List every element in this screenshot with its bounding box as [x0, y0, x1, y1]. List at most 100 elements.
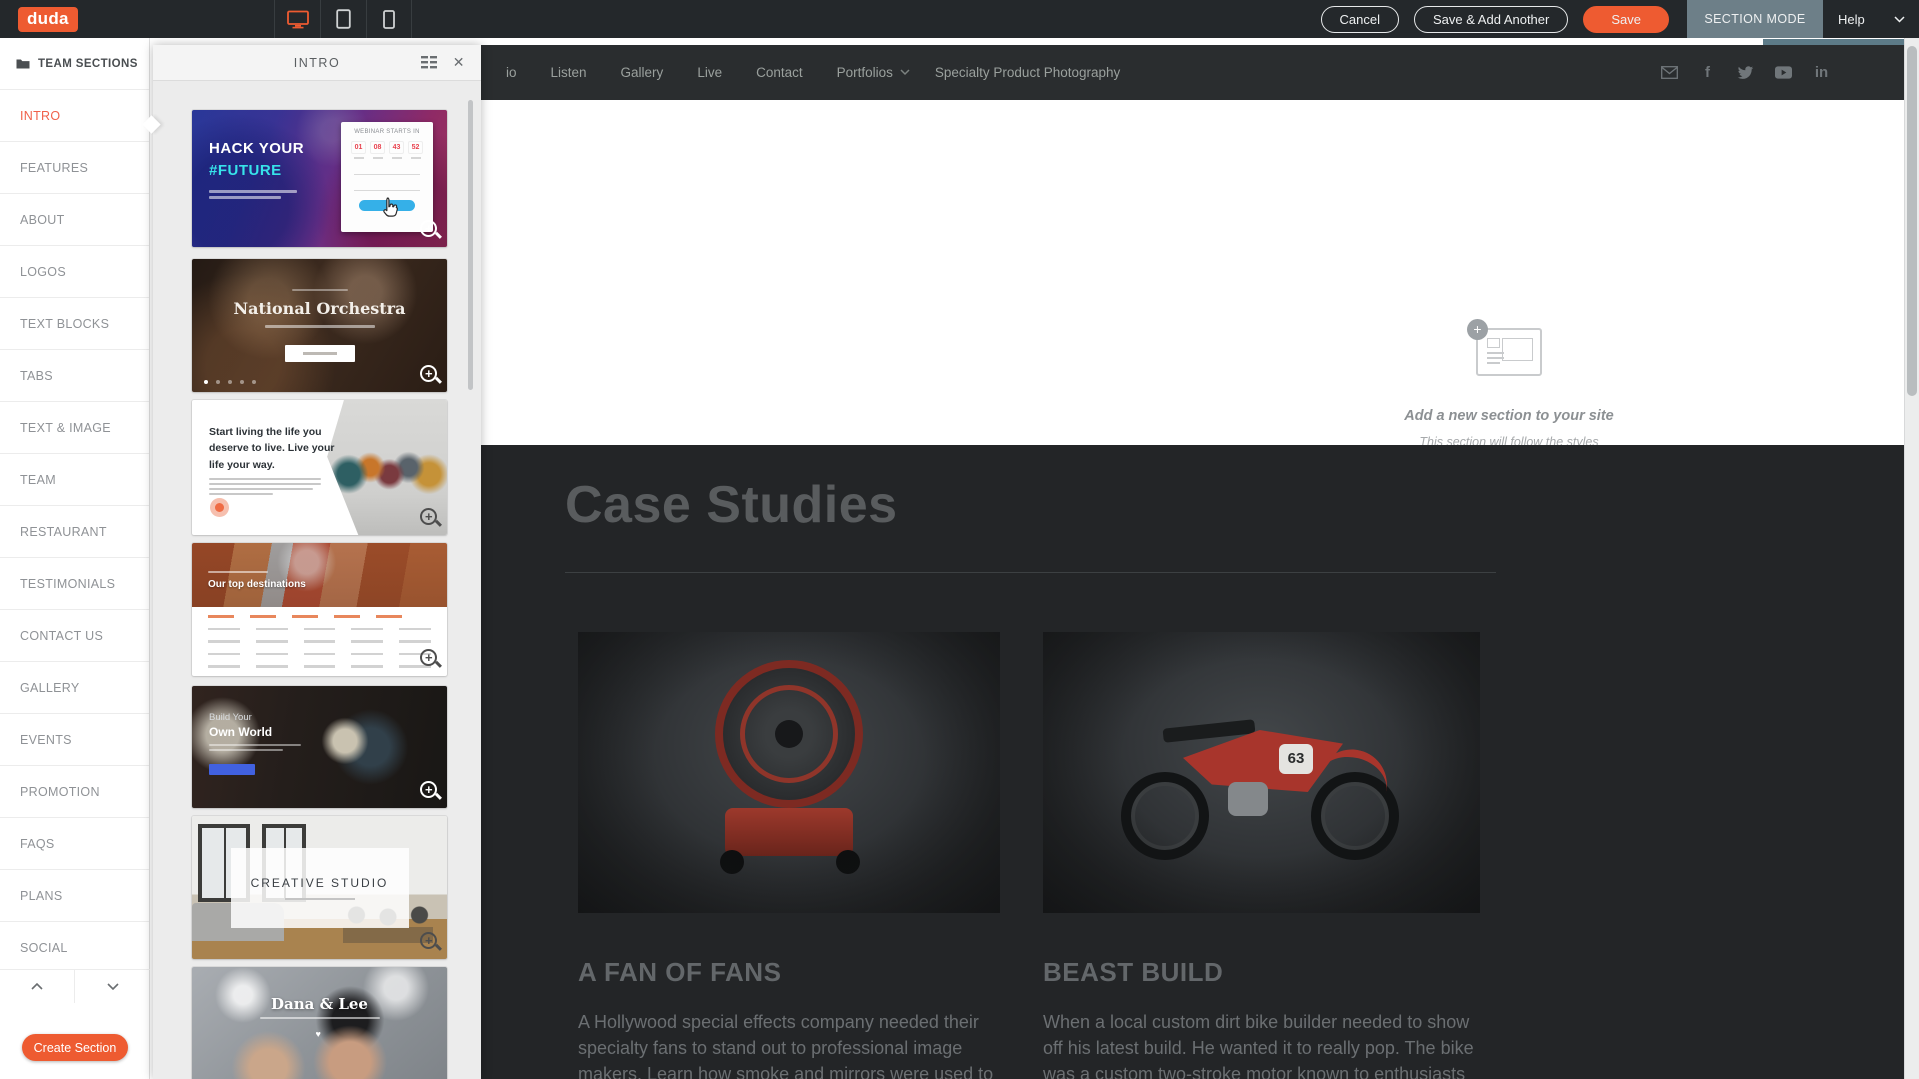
sidebar-item-gallery[interactable]: GALLERY	[0, 661, 149, 713]
template-thumb-top-destinations[interactable]: Our top destinations +	[192, 543, 447, 676]
scroll-up-button[interactable]	[0, 970, 75, 1003]
save-add-another-button[interactable]: Save & Add Another	[1414, 6, 1568, 33]
thumb-headline: HACK YOUR	[209, 140, 304, 157]
fan-photo	[578, 632, 1000, 913]
sidebar-item-text-image[interactable]: TEXT & IMAGE	[0, 401, 149, 453]
sidebar-item-text-blocks[interactable]: TEXT BLOCKS	[0, 297, 149, 349]
editor-topbar: duda Cancel Save & Add	[0, 0, 1919, 38]
case-study-card-bike: 63 BEAST BUILD When a local custom dirt …	[1043, 632, 1480, 1079]
close-icon[interactable]: ✕	[453, 54, 466, 71]
zoom-preview-icon[interactable]: +	[420, 932, 437, 949]
panel-header: INTRO ✕	[153, 45, 481, 81]
panel-title: INTRO	[294, 56, 340, 70]
thumb-overlay-card: CREATIVE STUDIO	[231, 848, 409, 928]
create-section-button[interactable]: Create Section	[22, 1034, 128, 1061]
sections-sidebar: TEAM SECTIONS INTRO FEATURES ABOUT LOGOS…	[0, 38, 150, 1079]
heart-icon: ♥	[316, 1029, 321, 1039]
empty-site-section[interactable]: + Add a new section to your site This se…	[481, 100, 1904, 445]
zoom-preview-icon[interactable]: +	[420, 649, 437, 666]
countdown-boxes: 01 08 43 52	[341, 141, 433, 154]
layout-toggle-icon[interactable]	[421, 56, 437, 69]
scrollbar-thumb[interactable]	[1907, 46, 1917, 396]
template-thumb-start-living[interactable]: Start living the life you deserve to liv…	[192, 400, 447, 535]
save-button[interactable]: Save	[1583, 6, 1669, 33]
youtube-icon[interactable]	[1775, 64, 1792, 81]
form-field	[354, 182, 420, 191]
sidebar-item-plans[interactable]: PLANS	[0, 869, 149, 921]
twitter-icon[interactable]	[1737, 64, 1754, 81]
site-navbar: io Listen Gallery Live Contact Portfolio…	[481, 45, 1904, 100]
carousel-dots	[204, 380, 256, 384]
mobile-icon	[383, 10, 395, 29]
template-thumb-creative-studio[interactable]: CREATIVE STUDIO +	[192, 816, 447, 959]
sidebar-item-features[interactable]: FEATURES	[0, 141, 149, 193]
thumb-headline: Start living the life you deserve to liv…	[209, 424, 339, 473]
mobile-preview-button[interactable]	[366, 0, 412, 38]
sidebar-item-intro[interactable]: INTRO	[0, 89, 149, 141]
thumb-headline: Dana & Lee	[192, 995, 447, 1013]
page-scrollbar[interactable]	[1904, 38, 1919, 1079]
nav-item-portfolios[interactable]: Portfolios	[820, 65, 910, 80]
nav-item-contact[interactable]: Contact	[739, 65, 820, 80]
sidebar-item-tabs[interactable]: TABS	[0, 349, 149, 401]
sidebar-item-team[interactable]: TEAM	[0, 453, 149, 505]
zoom-preview-icon[interactable]: +	[420, 508, 437, 525]
card-title: BEAST BUILD	[1043, 957, 1480, 988]
help-menu[interactable]: Help	[1823, 0, 1919, 38]
sidebar-item-social[interactable]: SOCIAL	[0, 921, 149, 973]
topbar-actions: Cancel Save & Add Another Save SECTION M…	[1321, 0, 1919, 38]
thumb-button	[209, 764, 255, 775]
case-studies-section: Case Studies A FAN OF FANS A Hollywood s…	[481, 445, 1904, 1079]
nav-item-live[interactable]: Live	[680, 65, 739, 80]
card-title: A FAN OF FANS	[578, 957, 1000, 988]
form-field	[354, 166, 420, 175]
desktop-preview-button[interactable]	[274, 0, 320, 38]
panel-scrollbar[interactable]	[468, 100, 473, 390]
chevron-down-icon	[900, 69, 910, 76]
sidebar-item-about[interactable]: ABOUT	[0, 193, 149, 245]
nav-item-specialty-product-photography[interactable]: Specialty Product Photography	[918, 65, 1137, 80]
case-study-card-fan: A FAN OF FANS A Hollywood special effect…	[578, 632, 1000, 1079]
template-thumb-dana-and-lee[interactable]: Dana & Lee ♥	[192, 967, 447, 1079]
sidebar-item-testimonials[interactable]: TESTIMONIALS	[0, 557, 149, 609]
zoom-preview-icon[interactable]: +	[420, 781, 437, 798]
linkedin-icon[interactable]: in	[1813, 64, 1830, 81]
card-body: When a local custom dirt bike builder ne…	[1043, 1009, 1480, 1079]
facebook-icon[interactable]: f	[1699, 64, 1716, 81]
nav-item-gallery[interactable]: Gallery	[604, 65, 681, 80]
mail-icon[interactable]	[1661, 64, 1678, 81]
tablet-preview-button[interactable]	[320, 0, 366, 38]
tablet-icon	[336, 9, 351, 29]
sidebar-item-logos[interactable]: LOGOS	[0, 245, 149, 297]
thumb-button	[285, 345, 355, 362]
case-studies-title: Case Studies	[565, 475, 898, 535]
sidebar-item-events[interactable]: EVENTS	[0, 713, 149, 765]
template-thumb-hack-your-future[interactable]: HACK YOUR #FUTURE WEBINAR STARTS IN 01 0…	[192, 110, 447, 247]
sidebar-scroll-controls	[0, 969, 150, 1003]
thumb-headline-bold: Own World	[209, 725, 272, 739]
thumb-headline: Our top destinations	[208, 579, 306, 590]
zoom-preview-icon[interactable]: +	[420, 220, 437, 237]
site-nav-items: io Listen Gallery Live Contact Portfolio…	[481, 65, 1137, 80]
template-thumb-build-your-own-world[interactable]: Build Your Own World +	[192, 686, 447, 808]
sidebar-item-promotion[interactable]: PROMOTION	[0, 765, 149, 817]
zoom-preview-icon[interactable]: +	[420, 365, 437, 382]
template-thumb-national-orchestra[interactable]: National Orchestra +	[192, 259, 447, 392]
sidebar-item-faqs[interactable]: FAQS	[0, 817, 149, 869]
cancel-button[interactable]: Cancel	[1321, 6, 1399, 33]
thumb-headline: CREATIVE STUDIO	[251, 876, 389, 890]
desktop-icon	[286, 9, 310, 29]
sidebar-item-restaurant[interactable]: RESTAURANT	[0, 505, 149, 557]
device-preview-switcher	[274, 0, 412, 38]
bike-photo: 63	[1043, 632, 1480, 913]
sidebar-item-contact-us[interactable]: CONTACT US	[0, 609, 149, 661]
nav-item-listen[interactable]: Listen	[534, 65, 604, 80]
duda-logo[interactable]: duda	[18, 7, 78, 32]
scroll-down-button[interactable]	[75, 970, 150, 1003]
divider	[565, 572, 1496, 573]
destinations-table	[208, 615, 431, 676]
social-links: f in	[1661, 45, 1830, 100]
nav-item-brand-cropped[interactable]: io	[489, 65, 534, 80]
duda-editor: io Listen Gallery Live Contact Portfolio…	[0, 0, 1919, 1079]
card-body: A Hollywood special effects company need…	[578, 1009, 1000, 1079]
